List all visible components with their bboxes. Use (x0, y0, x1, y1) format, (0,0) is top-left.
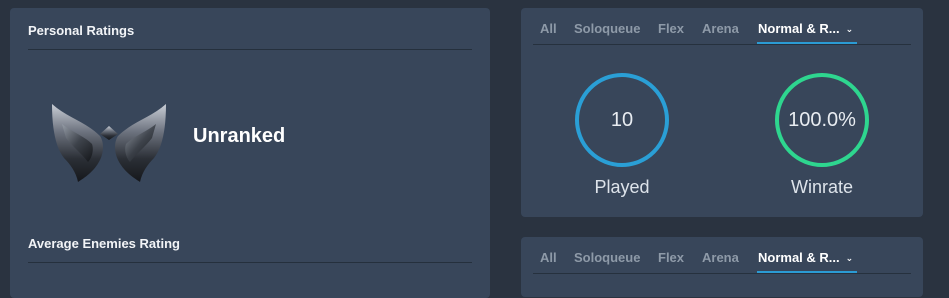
tab-flex[interactable]: Flex (658, 21, 684, 36)
average-enemies-divider (28, 262, 472, 263)
queue-tabs: All Soloqueue Flex Arena Normal & R... ⌄ (521, 8, 923, 45)
tab-soloqueue[interactable]: Soloqueue (574, 21, 640, 36)
queue-stats-panel: All Soloqueue Flex Arena Normal & R... ⌄ … (521, 8, 923, 217)
tabs-divider (533, 273, 911, 274)
winrate-ring: 100.0% (775, 73, 869, 167)
tab-normal-ranked-label: Normal & R... (758, 21, 840, 36)
queue-tabs-2: All Soloqueue Flex Arena Normal & R... ⌄ (521, 237, 923, 274)
tab-arena[interactable]: Arena (702, 21, 739, 36)
tab-all[interactable]: All (540, 250, 557, 265)
tab-normal-ranked-label: Normal & R... (758, 250, 840, 265)
tab-normal-ranked[interactable]: Normal & R... ⌄ (758, 21, 853, 36)
tabs-divider (533, 44, 911, 45)
tab-soloqueue[interactable]: Soloqueue (574, 250, 640, 265)
winrate-value: 100.0% (788, 108, 856, 131)
personal-ratings-divider (28, 49, 472, 50)
average-enemies-title: Average Enemies Rating (28, 236, 180, 251)
winrate-label: Winrate (790, 177, 853, 197)
tab-normal-ranked[interactable]: Normal & R... ⌄ (758, 250, 853, 265)
personal-ratings-title: Personal Ratings (28, 23, 135, 38)
chevron-down-icon: ⌄ (845, 253, 854, 263)
personal-ratings-panel: Personal Ratings Unranked Average Enemie… (10, 8, 490, 298)
queue-stats-panel-2: All Soloqueue Flex Arena Normal & R... ⌄ (521, 237, 923, 297)
tab-arena[interactable]: Arena (702, 250, 739, 265)
rank-label: Unranked (193, 125, 286, 147)
played-ring: 10 (575, 73, 669, 167)
tab-all[interactable]: All (540, 21, 557, 36)
played-value: 10 (610, 108, 634, 131)
tab-flex[interactable]: Flex (658, 250, 684, 265)
unranked-emblem-icon (48, 96, 170, 182)
chevron-down-icon: ⌄ (845, 24, 854, 34)
played-label: Played (594, 177, 650, 197)
